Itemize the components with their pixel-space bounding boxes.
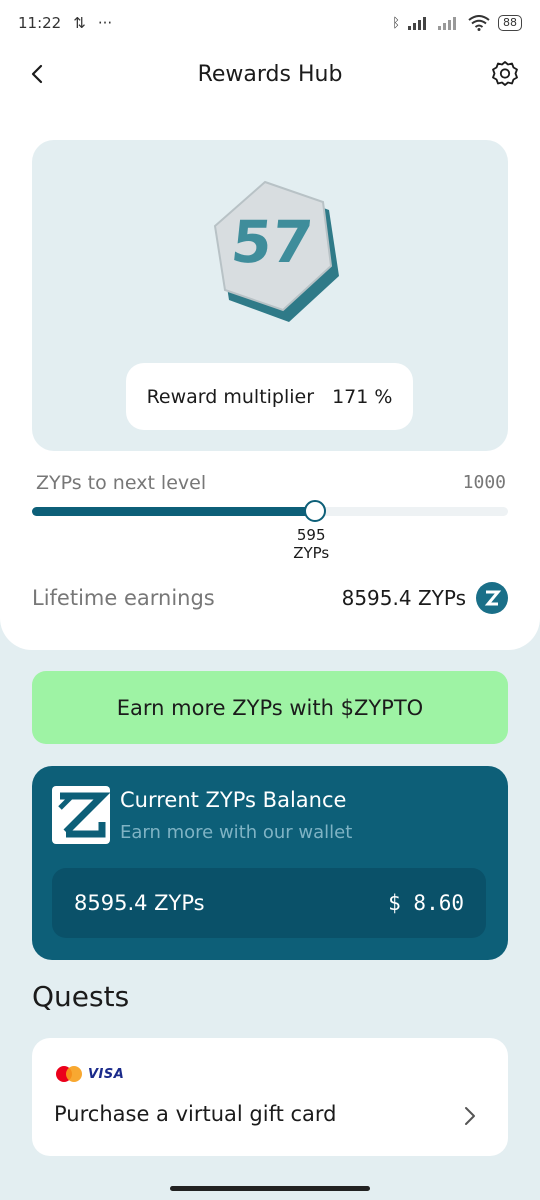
visa-logo: VISA (88, 1066, 125, 1082)
multiplier-value: 171 % (332, 385, 393, 408)
zypto-logo-icon (52, 786, 110, 844)
quests-heading: Quests (32, 980, 130, 1013)
balance-amount-row: 8595.4 ZYPs $ 8.60 (52, 868, 486, 938)
zypto-coin-icon (476, 582, 508, 614)
status-right: ᛒ 88 (392, 15, 522, 31)
progress-fill (32, 507, 316, 516)
more-icon: ··· (97, 14, 113, 32)
quest-item[interactable]: VISA Purchase a virtual gift card (32, 1038, 508, 1156)
signal-2-icon (438, 17, 456, 30)
level-card: 57 Reward multiplier 171 % (32, 140, 508, 451)
progress-max: 1000 (462, 472, 506, 493)
bluetooth-icon: ᛒ (392, 15, 400, 31)
payment-brands: VISA (56, 1066, 124, 1082)
balance-title: Current ZYPs Balance (120, 788, 347, 812)
progress-labels: ZYPs to next level 1000 (36, 472, 506, 494)
balance-amount: 8595.4 ZYPs (74, 891, 205, 915)
chevron-right-icon (465, 1107, 475, 1125)
chevron-left-icon[interactable] (24, 60, 52, 88)
lifetime-value: 8595.4 ZYPs (341, 586, 466, 610)
sync-icon: ⇅ (73, 14, 86, 32)
signal-icon (408, 17, 426, 30)
gear-icon[interactable] (490, 59, 520, 89)
wifi-icon (468, 15, 490, 31)
earn-more-button[interactable]: Earn more ZYPs with $ZYPTO (32, 671, 508, 744)
progress-current-value: 595 (296, 526, 326, 544)
quest-label: Purchase a virtual gift card (54, 1102, 337, 1126)
mastercard-icon (56, 1066, 82, 1082)
lifetime-label: Lifetime earnings (32, 586, 215, 610)
progress-current: 595 ZYPs (281, 526, 341, 562)
home-indicator (170, 1186, 370, 1191)
balance-subtitle: Earn more with our wallet (120, 822, 353, 843)
battery-indicator: 88 (498, 15, 522, 31)
progress-current-unit: ZYPs (293, 544, 330, 562)
level-number: 57 (228, 208, 316, 276)
multiplier-pill: Reward multiplier 171 % (126, 363, 413, 430)
status-time: 11:22 (18, 14, 62, 32)
lifetime-value-group: 8595.4 ZYPs (342, 582, 508, 614)
level-badge: 57 (207, 180, 347, 330)
status-left: 11:22 ⇅ ··· (18, 14, 112, 32)
page-title: Rewards Hub (197, 61, 343, 87)
balance-usd: $ 8.60 (388, 891, 464, 915)
balance-card[interactable]: Current ZYPs Balance Earn more with our … (32, 766, 508, 960)
status-bar: 11:22 ⇅ ··· ᛒ 88 (0, 0, 540, 46)
progress-label: ZYPs to next level (36, 472, 207, 494)
multiplier-label: Reward multiplier (146, 385, 315, 408)
header: Rewards Hub (0, 46, 540, 102)
progress-bar (32, 500, 508, 522)
lifetime-earnings-row: Lifetime earnings 8595.4 ZYPs (32, 578, 508, 618)
